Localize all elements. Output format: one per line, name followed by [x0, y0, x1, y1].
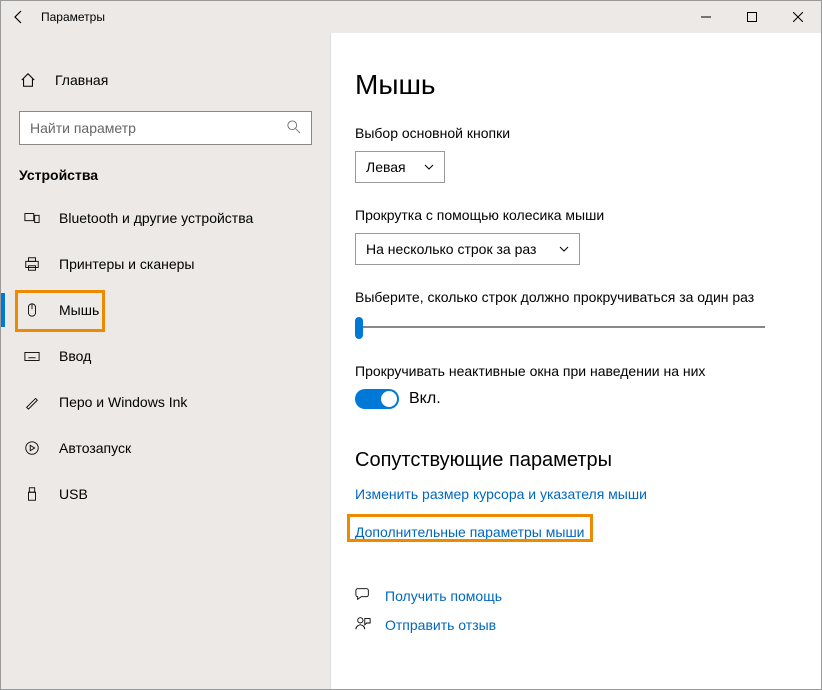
home-icon [19, 71, 37, 89]
search-icon [287, 120, 301, 137]
window-title: Параметры [41, 10, 105, 24]
category-label: Устройства [1, 167, 330, 195]
feedback-label: Отправить отзыв [385, 617, 496, 633]
toggle-state-label: Вкл. [409, 390, 441, 408]
printer-icon [23, 255, 41, 273]
usb-icon [23, 485, 41, 503]
chevron-down-icon [424, 162, 434, 172]
sidebar-item-mouse[interactable]: Мышь [1, 287, 330, 333]
sidebar-item-autoplay[interactable]: Автозапуск [1, 425, 330, 471]
sidebar-item-label: Мышь [59, 302, 99, 318]
primary-button-label: Выбор основной кнопки [355, 125, 797, 141]
maximize-button[interactable] [729, 1, 775, 33]
sidebar-item-label: USB [59, 486, 88, 502]
search-input[interactable]: Найти параметр [19, 111, 312, 145]
related-settings-heading: Сопутствующие параметры [355, 449, 797, 472]
titlebar: Параметры [1, 1, 821, 33]
lines-slider[interactable] [355, 315, 765, 339]
primary-button-dropdown[interactable]: Левая [355, 151, 445, 183]
sidebar-item-label: Перо и Windows Ink [59, 394, 187, 410]
sidebar-item-usb[interactable]: USB [1, 471, 330, 517]
scroll-wheel-dropdown[interactable]: На несколько строк за раз [355, 233, 580, 265]
home-nav[interactable]: Главная [1, 63, 330, 97]
inactive-windows-label: Прокручивать неактивные окна при наведен… [355, 363, 797, 379]
get-help-label: Получить помощь [385, 588, 502, 604]
search-placeholder: Найти параметр [30, 120, 136, 136]
sidebar-item-label: Bluetooth и другие устройства [59, 210, 253, 226]
sidebar-item-label: Автозапуск [59, 440, 131, 456]
feedback-icon [355, 615, 371, 634]
chevron-down-icon [559, 244, 569, 254]
sidebar-item-pen[interactable]: Перо и Windows Ink [1, 379, 330, 425]
sidebar-item-typing[interactable]: Ввод [1, 333, 330, 379]
inactive-windows-toggle[interactable] [355, 389, 399, 409]
sidebar-item-printers[interactable]: Принтеры и сканеры [1, 241, 330, 287]
get-help-link[interactable]: Получить помощь [355, 586, 797, 605]
help-icon [355, 586, 371, 605]
keyboard-icon [23, 347, 41, 365]
lines-label: Выберите, сколько строк должно прокручив… [355, 289, 797, 305]
toggle-knob [381, 391, 397, 407]
dropdown-value: На несколько строк за раз [366, 241, 536, 257]
sidebar-item-label: Принтеры и сканеры [59, 256, 194, 272]
feedback-link[interactable]: Отправить отзыв [355, 615, 797, 634]
mouse-icon [23, 301, 41, 319]
dropdown-value: Левая [366, 159, 406, 175]
sidebar-item-bluetooth[interactable]: Bluetooth и другие устройства [1, 195, 330, 241]
autoplay-icon [23, 439, 41, 457]
pen-icon [23, 393, 41, 411]
page-title: Мышь [355, 69, 797, 101]
content-area: Мышь Выбор основной кнопки Левая Прокрут… [331, 33, 821, 689]
slider-track [355, 326, 765, 328]
sidebar: Главная Найти параметр Устройства Blueto… [1, 33, 331, 689]
scroll-wheel-label: Прокрутка с помощью колесика мыши [355, 207, 797, 223]
sidebar-item-label: Ввод [59, 348, 91, 364]
minimize-button[interactable] [683, 1, 729, 33]
link-advanced-mouse[interactable]: Дополнительные параметры мыши [355, 518, 585, 546]
home-label: Главная [55, 72, 108, 88]
slider-thumb[interactable] [355, 317, 363, 339]
back-button[interactable] [9, 7, 29, 27]
devices-icon [23, 209, 41, 227]
close-button[interactable] [775, 1, 821, 33]
link-cursor-size[interactable]: Изменить размер курсора и указателя мыши [355, 486, 797, 502]
